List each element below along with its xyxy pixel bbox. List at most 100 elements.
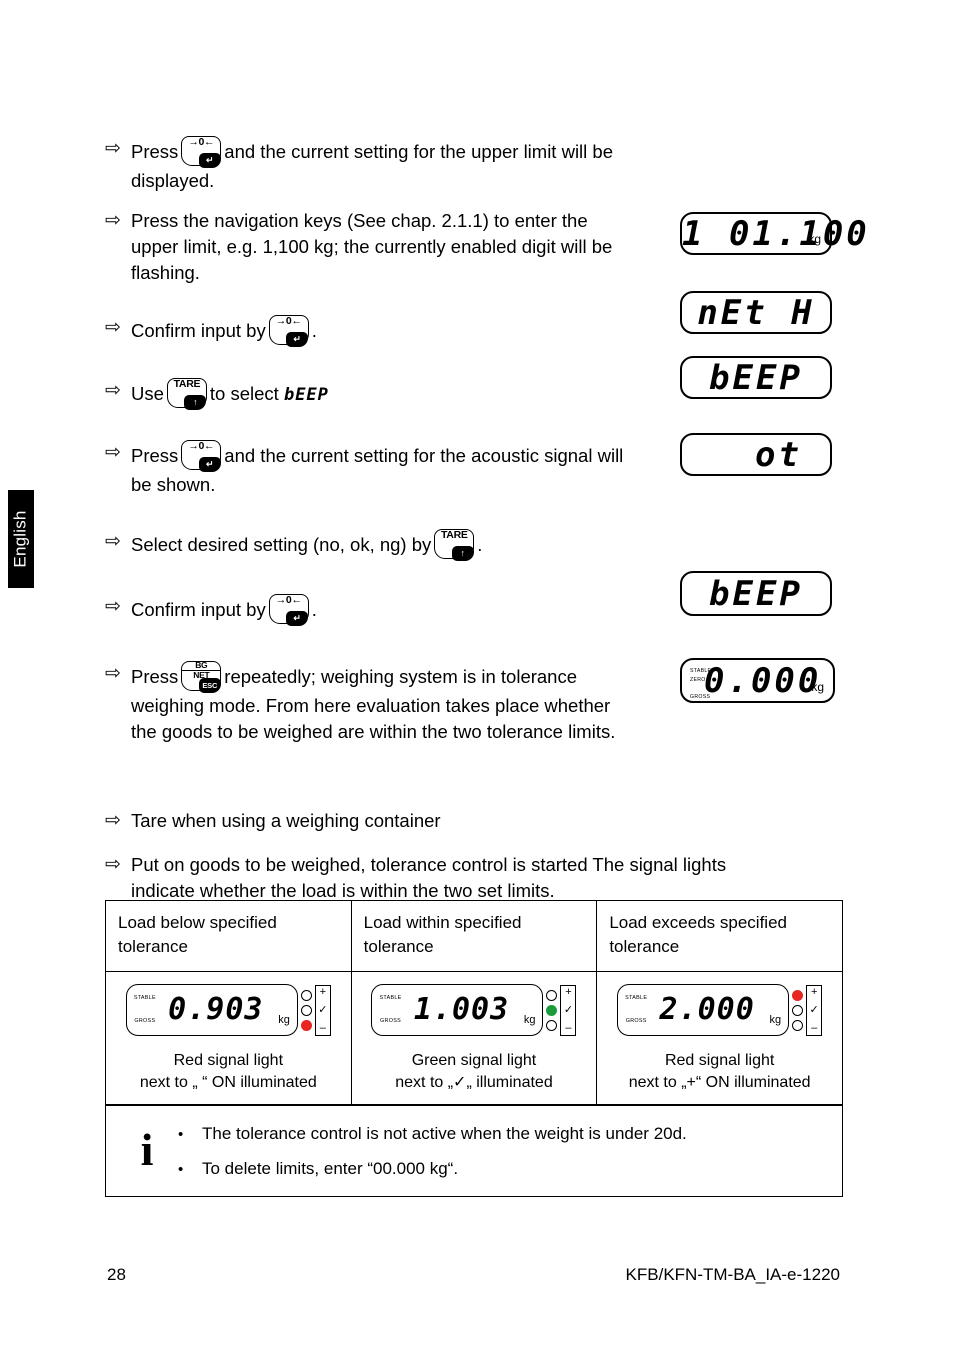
step-text: Confirm input by →0← ↵. <box>131 594 317 626</box>
display-value: bEEP <box>709 357 803 398</box>
zero-enter-key[interactable]: →0← ↵ <box>181 440 222 472</box>
step-exit-to-tolerance-mode: ⇨ Press BG NET ESC repeatedly; weighing syst… <box>105 659 675 745</box>
flag-gross: GROSS <box>134 1018 156 1024</box>
step-pre-text: Press <box>131 666 179 687</box>
table-content-row: STABLE GROSS 0.903 kg + ✓ – Red signal l… <box>105 971 843 1105</box>
device-status-flags: STABLE GROSS <box>379 994 401 1026</box>
display-zero-weight: STABLE ZERO GROSS 0.000 kg <box>680 658 835 703</box>
info-icon: i <box>140 1124 154 1175</box>
device-weight-value: 1.003 <box>413 992 510 1027</box>
zero-enter-key[interactable]: →0← ↵ <box>268 315 309 347</box>
tolerance-caption: Red signal light next to „+“ ON illumina… <box>603 1050 836 1094</box>
device-weight-value: 2.000 <box>659 992 755 1027</box>
step-line-3: flashing. <box>131 262 200 283</box>
device-display: STABLE GROSS 0.903 kg <box>125 984 298 1036</box>
bg-net-esc-key[interactable]: BG NET ESC <box>181 659 222 693</box>
enter-icon: ↵ <box>286 331 309 347</box>
flag-gross: GROSS <box>690 694 711 700</box>
display-net-h: nEt H <box>680 291 832 334</box>
step-text: Press the navigation keys (See chap. 2.1… <box>131 208 612 286</box>
tare-key[interactable]: TARE ↑ <box>434 529 475 561</box>
step-line-2: upper limit, e.g. 1,100 kg; the currentl… <box>131 236 613 257</box>
step-tare-container: ⇨ Tare when using a weighing container <box>105 808 665 834</box>
step-text: Select desired setting (no, ok, ng) by TA… <box>131 529 482 561</box>
key-cap-label: TARE <box>440 529 468 541</box>
enter-icon: ↵ <box>198 152 221 168</box>
step-arrow-icon: ⇨ <box>105 442 121 463</box>
tolerance-caption: Red signal light next to „ “ ON illumina… <box>112 1050 345 1094</box>
flag-stable: STABLE <box>133 995 156 1001</box>
display-value: ot <box>755 434 802 475</box>
step-confirm-upper-limit: ⇨ Confirm input by →0← ↵. <box>105 315 665 347</box>
symbol-check: ✓ <box>809 1003 819 1016</box>
scale-device: STABLE GROSS 1.003 kg + ✓ – <box>371 984 577 1036</box>
caption-line-2: next to „+“ ON illuminated <box>628 1074 811 1091</box>
up-arrow-icon: ↑ <box>451 545 474 561</box>
caption-line-1: Red signal light <box>664 1052 775 1069</box>
symbol-minus: – <box>319 1021 326 1034</box>
tare-key[interactable]: TARE ↑ <box>166 378 207 410</box>
step-pre-text: Use <box>131 383 164 404</box>
header-load-exceeds: Load exceeds specified tolerance <box>596 900 843 972</box>
lamp-plus <box>300 989 312 1001</box>
step-put-goods: ⇨ Put on goods to be weighed, tolerance … <box>105 852 805 904</box>
symbol-minus: – <box>565 1021 572 1034</box>
step-arrow-icon: ⇨ <box>105 380 121 401</box>
symbol-minus: – <box>811 1021 818 1034</box>
page-footer: 28 KFB/KFN-TM-BA_IA-e-1220 <box>105 1265 860 1285</box>
display-unit: kg <box>808 232 821 246</box>
key-cap-label: →0← <box>188 136 215 148</box>
step-post-text-1: and the current setting for the acoustic… <box>224 445 624 466</box>
step-post-text: . <box>477 534 483 555</box>
step-post-text-1: repeatedly; weighing system is in tolera… <box>224 666 578 687</box>
list-item: • The tolerance control is not active wh… <box>178 1122 832 1147</box>
flag-gross: GROSS <box>380 1018 402 1024</box>
display-beep-confirm: bEEP <box>680 571 832 616</box>
step-arrow-icon: ⇨ <box>105 210 121 231</box>
step-arrow-icon: ⇨ <box>105 531 121 552</box>
step-post-text-2: be shown. <box>131 474 216 495</box>
list-item: • To delete limits, enter “00.000 kg“. <box>178 1157 832 1182</box>
lamp-minus <box>546 1019 558 1031</box>
device-unit: kg <box>523 1014 536 1026</box>
tolerance-results-table: Load below specified tolerance Load with… <box>105 900 843 1105</box>
device-unit: kg <box>769 1014 782 1026</box>
caption-line-1: Green signal light <box>411 1052 537 1069</box>
lamp-symbol-legend: + ✓ – <box>560 984 577 1036</box>
step-line-1: Press the navigation keys (See chap. 2.1… <box>131 210 588 231</box>
zero-enter-key[interactable]: →0← ↵ <box>268 594 309 626</box>
lamp-plus <box>546 989 558 1001</box>
step-post-text-1: and the current setting for the upper li… <box>224 141 613 162</box>
display-ok-setting: ot <box>680 433 832 476</box>
device-unit: kg <box>278 1014 290 1026</box>
step-post-text: to select <box>209 383 279 404</box>
caption-line-2: next to „✓„ illuminated <box>395 1074 553 1091</box>
symbol-plus: + <box>319 985 327 998</box>
symbol-plus: + <box>810 985 818 998</box>
zero-enter-key[interactable]: →0← ↵ <box>181 136 222 168</box>
esc-icon: ESC <box>198 677 221 693</box>
key-label-bg: BG <box>195 659 208 670</box>
step-text: Press →0← ↵ and the current setting for the… <box>131 136 613 194</box>
step-post-text-3: the goods to be weighed are within the t… <box>131 721 616 742</box>
key-cap-label: →0← <box>275 594 302 606</box>
display-value: 1 01.100 <box>682 213 870 254</box>
signal-lamps <box>300 989 312 1032</box>
tolerance-caption: Green signal light next to „✓„ illuminat… <box>358 1050 591 1094</box>
key-cap-label: →0← <box>188 440 215 452</box>
symbol-plus: + <box>565 985 572 998</box>
step-arrow-icon: ⇨ <box>105 317 121 338</box>
note-text: To delete limits, enter “00.000 kg“. <box>202 1159 459 1178</box>
lamp-plus <box>792 989 804 1001</box>
step-show-acoustic-signal: ⇨ Press →0← ↵ and the current setting for t… <box>105 440 670 498</box>
step-line-1: Put on goods to be weighed, tolerance co… <box>131 854 727 875</box>
flag-gross: GROSS <box>625 1018 647 1024</box>
scale-device: STABLE GROSS 2.000 kg + ✓ – <box>617 984 823 1036</box>
lamp-symbol-legend: + ✓ – <box>314 984 331 1036</box>
device-status-flags: STABLE GROSS <box>625 994 647 1026</box>
step-text: Press BG NET ESC repeatedly; weighing system… <box>131 659 616 745</box>
step-text: Press →0← ↵ and the current setting for the… <box>131 440 623 498</box>
tolerance-below-cell: STABLE GROSS 0.903 kg + ✓ – Red signal l… <box>105 971 352 1105</box>
info-note-list: • The tolerance control is not active wh… <box>178 1118 832 1182</box>
flag-stable: STABLE <box>625 995 648 1001</box>
